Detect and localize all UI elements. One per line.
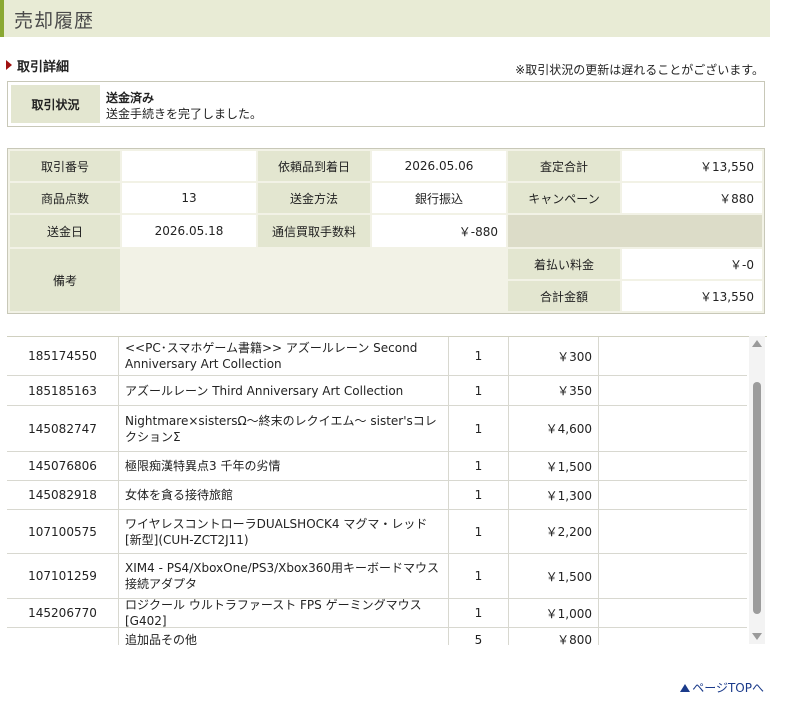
item-qty: 1 [449, 406, 509, 451]
list-item: 145206770 ロジクール ウルトラファースト FPS ゲーミングマウス[G… [7, 598, 747, 628]
appraisal-total-label: 査定合計 [508, 151, 620, 181]
empty-cell [508, 215, 762, 247]
item-extra [599, 337, 747, 375]
list-item: 185185163 アズールレーン Third Anniversary Art … [7, 376, 747, 406]
list-item: 追加品その他 5 ￥800 [7, 628, 747, 645]
list-item: 145076806 極限痴漢特異点3 千年の劣情 1 ￥1,500 [7, 452, 747, 481]
item-extra [599, 406, 747, 451]
item-qty: 1 [449, 376, 509, 405]
list-scrollbar[interactable] [749, 336, 765, 644]
item-qty: 1 [449, 481, 509, 509]
item-id: 145082747 [7, 406, 119, 451]
campaign-label: キャンペーン [508, 183, 620, 213]
item-qty: 1 [449, 510, 509, 553]
item-extra [599, 510, 747, 553]
item-price: ￥1,500 [509, 554, 599, 598]
item-qty: 1 [449, 599, 509, 627]
item-id: 145082918 [7, 481, 119, 509]
item-price: ￥350 [509, 376, 599, 405]
page-top-link[interactable]: ページTOPへ [680, 679, 764, 696]
scroll-down-arrow-icon[interactable] [752, 633, 762, 640]
item-qty: 1 [449, 554, 509, 598]
item-price: ￥1,500 [509, 452, 599, 480]
item-price: ￥1,300 [509, 481, 599, 509]
fee-label: 通信買取手数料 [258, 215, 370, 247]
remit-method-value: 銀行振込 [372, 183, 506, 213]
item-name: 女体を貪る接待旅館 [119, 481, 449, 509]
list-item: 107101259 XIM4 - PS4/XboxOne/PS3/Xbox360… [7, 554, 747, 599]
item-count-value: 13 [122, 183, 256, 213]
item-count-label: 商品点数 [10, 183, 120, 213]
remarks-value [122, 249, 506, 311]
item-id: 107100575 [7, 510, 119, 553]
item-extra [599, 481, 747, 509]
campaign-value: ￥880 [622, 183, 762, 213]
list-item: 145082747 Nightmare×sistersΩ～終末のレクイエム～ s… [7, 406, 747, 452]
appraisal-total-value: ￥13,550 [622, 151, 762, 181]
item-id: 185174550 [7, 337, 119, 375]
item-name: 極限痴漢特異点3 千年の劣情 [119, 452, 449, 480]
status-label: 取引状況 [11, 85, 100, 123]
status-description: 送金手続きを完了しました。 [106, 107, 263, 121]
transaction-no-value [122, 151, 256, 181]
remit-method-label: 送金方法 [258, 183, 370, 213]
remit-date-label: 送金日 [10, 215, 120, 247]
arrival-date-label: 依頼品到着日 [258, 151, 370, 181]
item-price: ￥300 [509, 337, 599, 375]
scroll-up-arrow-icon[interactable] [752, 340, 762, 347]
status-value: 送金済み [106, 91, 155, 105]
transaction-no-label: 取引番号 [10, 151, 120, 181]
remarks-label: 備考 [10, 249, 120, 311]
item-list[interactable]: 185174550 <<PC･スマホゲーム書籍>> アズールレーン Second… [7, 336, 767, 645]
cod-fee-value: ￥-0 [622, 249, 762, 279]
scroll-thumb[interactable] [753, 382, 761, 614]
item-name: アズールレーン Third Anniversary Art Collection [119, 376, 449, 405]
item-name: Nightmare×sistersΩ～終末のレクイエム～ sister'sコレク… [119, 406, 449, 451]
fee-value: ￥-880 [372, 215, 506, 247]
total-value: ￥13,550 [622, 281, 762, 311]
item-qty: 1 [449, 337, 509, 375]
update-notice: ※取引状況の更新は遅れることがございます。 [515, 63, 764, 77]
item-extra [599, 554, 747, 598]
item-price: ￥2,200 [509, 510, 599, 553]
item-price: ￥4,600 [509, 406, 599, 451]
list-item: 145082918 女体を貪る接待旅館 1 ￥1,300 [7, 481, 747, 510]
total-label: 合計金額 [508, 281, 620, 311]
item-name: <<PC･スマホゲーム書籍>> アズールレーン Second Anniversa… [119, 337, 449, 375]
item-extra [599, 452, 747, 480]
status-box: 取引状況 送金済み 送金手続きを完了しました。 [7, 81, 765, 127]
item-id: 107101259 [7, 554, 119, 598]
arrival-date-value: 2026.05.06 [372, 151, 506, 181]
page-header: 売却履歴 [0, 0, 770, 37]
item-extra [599, 376, 747, 405]
summary-table: 取引番号 依頼品到着日 2026.05.06 査定合計 ￥13,550 商品点数… [7, 148, 765, 314]
item-id: 145206770 [7, 599, 119, 627]
item-price: ￥800 [509, 628, 599, 645]
list-item: 107100575 ワイヤレスコントローラDUALSHOCK4 マグマ・レッド[… [7, 510, 747, 554]
item-name: ワイヤレスコントローラDUALSHOCK4 マグマ・レッド[新型](CUH-ZC… [119, 510, 449, 553]
remit-date-value: 2026.05.18 [122, 215, 256, 247]
cod-fee-label: 着払い料金 [508, 249, 620, 279]
item-qty: 5 [449, 628, 509, 645]
item-extra [599, 628, 747, 645]
list-item: 185174550 <<PC･スマホゲーム書籍>> アズールレーン Second… [7, 337, 747, 376]
section-heading: 取引詳細 [6, 56, 69, 75]
item-extra [599, 599, 747, 627]
up-arrow-icon [680, 684, 691, 692]
triangle-bullet-icon [6, 60, 12, 70]
item-id [7, 628, 119, 645]
page-top-text[interactable]: ページTOPへ [692, 681, 764, 695]
item-qty: 1 [449, 452, 509, 480]
item-name: 追加品その他 [119, 628, 449, 645]
section-heading-text: 取引詳細 [17, 60, 70, 75]
page-title: 売却履歴 [14, 10, 95, 32]
item-price: ￥1,000 [509, 599, 599, 627]
item-id: 185185163 [7, 376, 119, 405]
item-name: ロジクール ウルトラファースト FPS ゲーミングマウス[G402] [119, 598, 449, 628]
item-name: XIM4 - PS4/XboxOne/PS3/Xbox360用キーボードマウス接… [119, 554, 449, 598]
item-id: 145076806 [7, 452, 119, 480]
